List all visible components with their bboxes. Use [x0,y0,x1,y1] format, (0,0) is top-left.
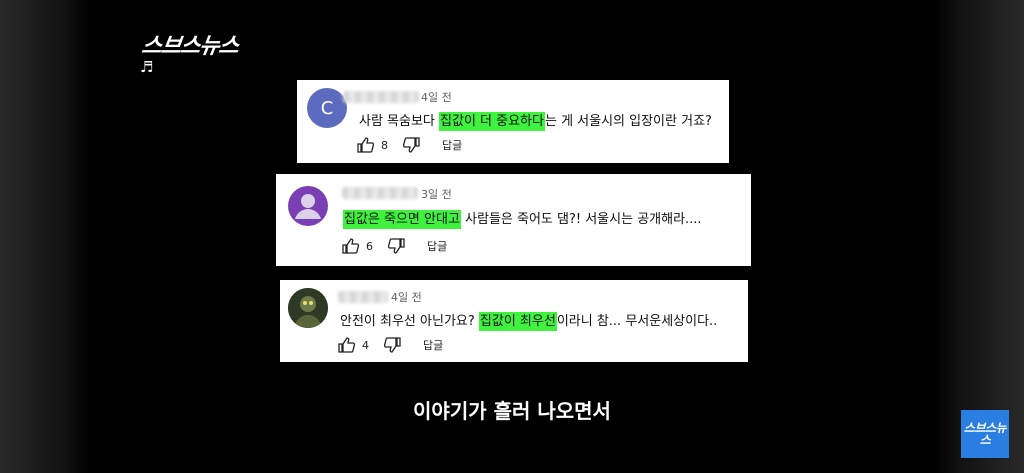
reply-button[interactable]: 답글 [423,337,443,353]
thumbs-up-icon[interactable] [357,137,375,153]
like-count: 6 [366,239,373,253]
profile-photo-icon [288,288,328,328]
avatar[interactable] [288,288,328,328]
thumbs-down-icon[interactable] [387,238,405,254]
channel-logo: 스브스뉴스 [139,34,240,59]
corner-channel-logo: 스브스뉴스 [961,410,1009,458]
avatar[interactable] [288,186,328,226]
comment-actions: 6 답글 [342,238,447,254]
author-name-blurred[interactable] [338,291,388,303]
video-subtitle: 이야기가 흘러 나오면서 [413,399,611,423]
comment-text: 안전이 최우선 아닌가요? 집값이 최우선이라니 참... 무서운세상이다.. [340,312,718,331]
avatar[interactable]: C [307,88,347,128]
highlighted-text: 집값이 최우선 [478,312,557,331]
highlighted-text: 집값은 죽으면 안대고 [343,210,461,229]
like-count: 8 [381,138,388,152]
comment-card: C 4일 전 사람 목숨보다 집값이 더 중요하다는 게 서울시의 입장이란 거… [297,80,729,163]
comment-text: 집값은 죽으면 안대고 사람들은 죽어도 댐?! 서울시는 공개해라.... [343,210,702,229]
comment-actions: 8 답글 [357,137,462,153]
comment-time: 4일 전 [421,91,452,104]
author-name-blurred[interactable] [343,91,419,103]
thumbs-up-icon[interactable] [338,337,356,353]
comment-time: 4일 전 [391,291,422,304]
comment-actions: 4 답글 [338,337,443,353]
default-user-icon [295,194,321,219]
comment-card: 3일 전 집값은 죽으면 안대고 사람들은 죽어도 댐?! 서울시는 공개해라.… [276,174,751,266]
comment-text: 사람 목숨보다 집값이 더 중요하다는 게 서울시의 입장이란 거죠? [359,112,712,131]
like-count: 4 [362,338,369,352]
comment-time: 3일 전 [421,188,452,201]
highlighted-text: 집값이 더 중요하다 [439,112,545,131]
reply-button[interactable]: 답글 [442,137,462,153]
author-name-blurred[interactable] [342,187,418,199]
reply-button[interactable]: 답글 [427,238,447,254]
thumbs-down-icon[interactable] [402,137,420,153]
thumbs-up-icon[interactable] [342,238,360,254]
thumbs-down-icon[interactable] [383,337,401,353]
music-note-icon: ♬ [140,58,154,76]
comment-card: 4일 전 안전이 최우선 아닌가요? 집값이 최우선이라니 참... 무서운세상… [280,280,748,362]
